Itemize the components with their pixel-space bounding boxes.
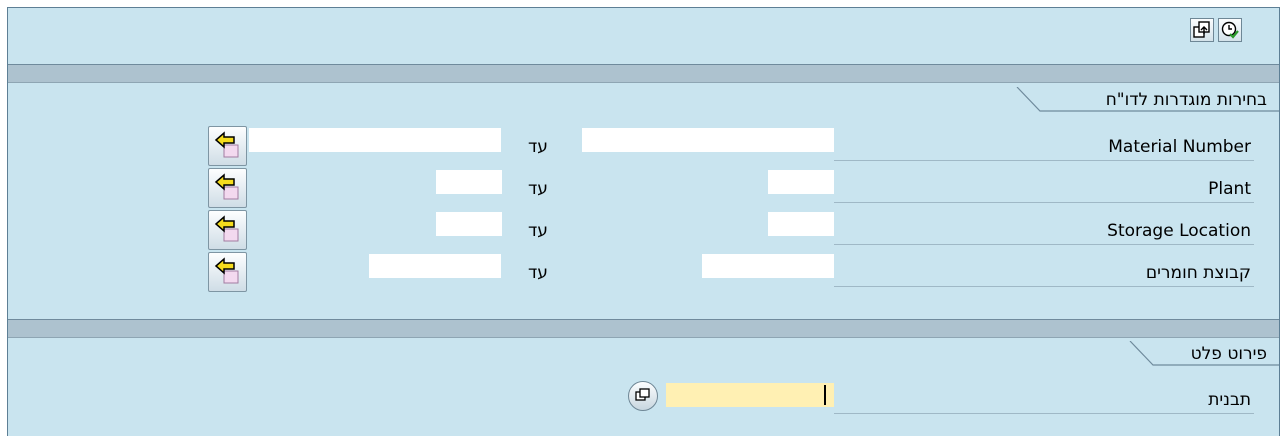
storage-location-from-input[interactable]	[768, 212, 834, 236]
label-underline	[834, 413, 1254, 414]
section-title: פירוט פלט	[1190, 344, 1267, 364]
material-group-to-field[interactable]	[369, 254, 501, 278]
section-header-output: פירוט פלט	[1129, 341, 1279, 369]
multiple-selection-button-material-group[interactable]	[208, 252, 247, 292]
multiple-selection-arrow-icon	[214, 257, 239, 284]
to-label: עד	[528, 137, 548, 157]
separator-band	[8, 319, 1279, 338]
plant-to-field[interactable]	[436, 170, 502, 194]
layout-field[interactable]	[666, 383, 834, 407]
label-underline	[834, 202, 1254, 203]
material-number-to-field[interactable]	[249, 128, 501, 152]
label-storage-location: Storage Location	[1107, 221, 1251, 241]
layout-input[interactable]	[666, 383, 834, 407]
material-number-from-input[interactable]	[582, 128, 834, 152]
multiple-selection-arrow-icon	[214, 131, 239, 158]
section-header-selections: בחירות מוגדרות לדו"ח	[1016, 87, 1279, 115]
label-material-group: קבוצת חומרים	[1145, 263, 1251, 283]
multiple-selection-button-storage-location[interactable]	[208, 210, 247, 250]
label-underline	[834, 244, 1254, 245]
label-material-number: Material Number	[1108, 137, 1251, 157]
execute-button[interactable]	[1218, 18, 1242, 42]
plant-from-field[interactable]	[768, 170, 834, 194]
selection-screen: בחירות מוגדרות לדו"ח Material Number עד …	[7, 7, 1280, 436]
label-underline	[834, 160, 1254, 161]
to-label: עד	[528, 263, 548, 283]
storage-location-to-field[interactable]	[436, 212, 502, 236]
multiple-selection-arrow-icon	[214, 173, 239, 200]
label-underline	[834, 286, 1254, 287]
storage-location-to-input[interactable]	[436, 212, 502, 236]
multiple-selection-button-material[interactable]	[208, 126, 247, 166]
copy-variant-button[interactable]	[1190, 18, 1214, 42]
storage-location-from-field[interactable]	[768, 212, 834, 236]
material-number-from-field[interactable]	[582, 128, 834, 152]
matchcode-icon	[635, 388, 650, 401]
copy-variant-icon	[1193, 21, 1210, 38]
to-label: עד	[528, 179, 548, 199]
execute-clock-icon	[1221, 21, 1239, 39]
material-group-from-field[interactable]	[702, 254, 834, 278]
multiple-selection-button-plant[interactable]	[208, 168, 247, 208]
multiple-selection-arrow-icon	[214, 215, 239, 242]
application-toolbar	[8, 8, 1279, 63]
plant-to-input[interactable]	[436, 170, 502, 194]
label-plant: Plant	[1208, 179, 1251, 199]
text-cursor	[824, 385, 826, 405]
material-group-to-input[interactable]	[369, 254, 501, 278]
label-layout: תבנית	[1208, 390, 1251, 410]
separator-band	[8, 64, 1279, 83]
material-group-from-input[interactable]	[702, 254, 834, 278]
material-number-to-input[interactable]	[249, 128, 501, 152]
section-title: בחירות מוגדרות לדו"ח	[1105, 90, 1267, 110]
matchcode-button[interactable]	[628, 381, 658, 411]
to-label: עד	[528, 221, 548, 241]
plant-from-input[interactable]	[768, 170, 834, 194]
